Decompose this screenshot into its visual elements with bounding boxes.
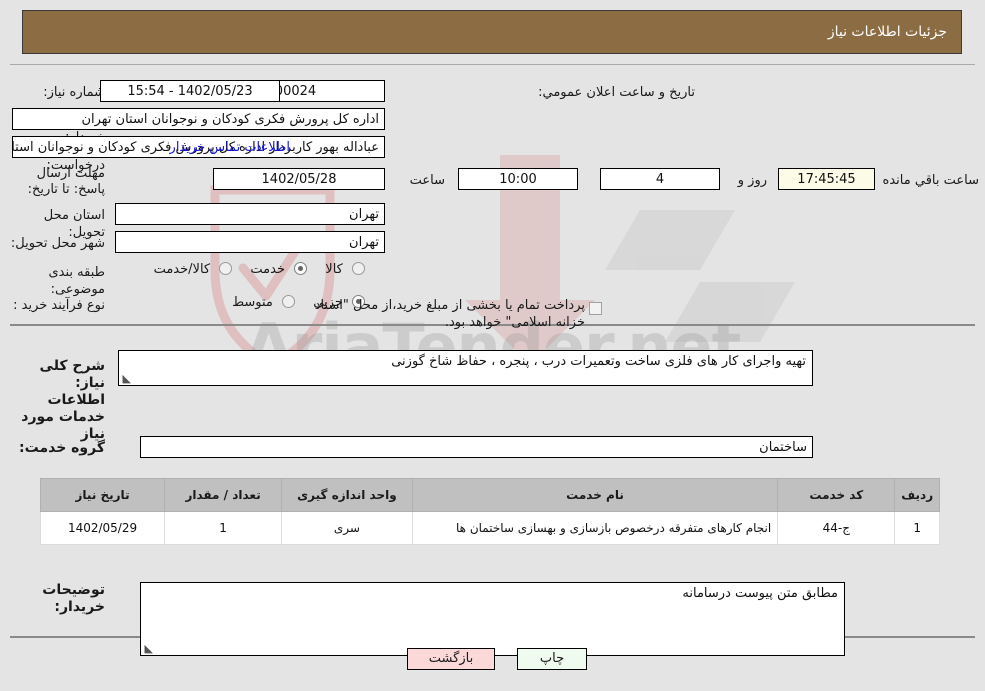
col-header-date: تاریخ نیاز bbox=[39, 478, 166, 512]
services-section-title: اطلاعات خدمات مورد نیاز bbox=[21, 392, 105, 442]
cell-unit: سری bbox=[281, 511, 413, 545]
remaining-days-value: 4 bbox=[600, 168, 720, 190]
services-table: ردیف کد خدمت نام خدمت واحد اندازه گیری ت… bbox=[39, 478, 940, 545]
radio-category-kala-label: کالا bbox=[325, 262, 343, 277]
print-button[interactable]: چاپ bbox=[517, 648, 587, 670]
table-header-row: ردیف کد خدمت نام خدمت واحد اندازه گیری ت… bbox=[39, 478, 940, 512]
treasury-note-label: پرداخت تمام یا بخشی از مبلغ خرید،از محل … bbox=[314, 298, 585, 330]
resize-grip-icon-2[interactable]: ◣ bbox=[143, 643, 153, 654]
city-label: شهر محل تحویل: bbox=[10, 236, 105, 251]
page-root: AriaTender.net جزئیات اطلاعات نیاز شماره… bbox=[0, 0, 985, 691]
window-title-bar: جزئیات اطلاعات نیاز bbox=[22, 10, 962, 54]
announce-datetime-value: 1402/05/23 - 15:54 bbox=[100, 80, 280, 102]
deadline-time-value: 10:00 bbox=[458, 168, 578, 190]
description-label: شرح کلی نیاز: bbox=[39, 358, 105, 391]
province-value: تهران bbox=[115, 203, 385, 225]
buyer-org-value: اداره کل پرورش فکری کودکان و نوجوانان اس… bbox=[12, 108, 385, 130]
cell-row: 1 bbox=[894, 511, 940, 545]
buyer-notes-value: مطابق متن پیوست درسامانه bbox=[682, 586, 838, 601]
back-button[interactable]: بازگشت bbox=[407, 648, 495, 670]
remaining-hours-label: ساعت باقي مانده bbox=[882, 173, 979, 188]
treasury-checkbox-wrap[interactable] bbox=[589, 298, 602, 317]
page-title: جزئیات اطلاعات نیاز bbox=[827, 24, 947, 40]
remaining-days-label: روز و bbox=[737, 173, 767, 188]
buyer-notes-label: توضیحات خریدار: bbox=[42, 582, 105, 615]
buyer-contact-link[interactable]: اطلاعات تماس خریدار bbox=[170, 140, 290, 155]
radio-category-kala-khedmat-label: کالا/خدمت bbox=[153, 262, 211, 277]
cell-date: 1402/05/29 bbox=[39, 511, 166, 545]
cell-name: انجام کارهای متفرقه درخصوص بازسازی و بهس… bbox=[411, 511, 779, 545]
treasury-checkbox[interactable] bbox=[589, 302, 602, 315]
radio-category-kala[interactable] bbox=[352, 262, 365, 275]
radio-category-khedmat[interactable] bbox=[294, 262, 308, 275]
need-number-label: شماره نیاز: bbox=[43, 85, 105, 100]
deadline-hour-label: ساعت bbox=[409, 173, 445, 188]
category-radio-group[interactable]: کالا خدمت کالا/خدمت bbox=[140, 262, 365, 277]
resize-grip-icon[interactable]: ◣ bbox=[121, 373, 131, 384]
table-row: 1 ج-44 انجام کارهای متفرقه درخصوص بازساز… bbox=[39, 511, 940, 545]
purchase-type-label: نوع فرآیند خرید : bbox=[13, 298, 105, 313]
deadline-date-value: 1402/05/28 bbox=[213, 168, 385, 190]
top-info-panel bbox=[10, 64, 975, 326]
radio-category-kala-khedmat[interactable] bbox=[219, 262, 233, 275]
countdown-timer-value: 17:45:45 bbox=[778, 168, 875, 190]
service-group-value: ساختمان bbox=[140, 436, 813, 458]
cell-code: ج-44 bbox=[777, 511, 896, 545]
description-value: تهیه واجرای کار های فلزی ساخت وتعمیرات د… bbox=[391, 354, 806, 369]
description-textarea[interactable]: تهیه واجرای کار های فلزی ساخت وتعمیرات د… bbox=[118, 350, 813, 386]
col-header-name: نام خدمت bbox=[411, 478, 779, 512]
announce-datetime-label: تاریخ و ساعت اعلان عمومي: bbox=[538, 85, 695, 100]
col-header-unit: واحد اندازه گیری bbox=[281, 478, 413, 512]
deadline-label: مهلت ارسال پاسخ: تا تاریخ: bbox=[27, 166, 105, 197]
cell-quantity: 1 bbox=[164, 511, 283, 545]
col-header-quantity: تعداد / مقدار bbox=[164, 478, 283, 512]
category-label: طبقه بندی موضوعی: bbox=[48, 265, 106, 297]
service-group-label: گروه خدمت: bbox=[19, 440, 105, 456]
city-value: تهران bbox=[115, 231, 385, 253]
radio-purchase-motavaset-label: متوسط bbox=[232, 295, 273, 310]
buyer-notes-textarea[interactable]: مطابق متن پیوست درسامانه ◣ bbox=[140, 582, 845, 656]
radio-purchase-motavaset[interactable] bbox=[282, 295, 296, 308]
radio-category-khedmat-label: خدمت bbox=[250, 262, 285, 277]
col-header-code: کد خدمت bbox=[777, 478, 896, 512]
col-header-row: ردیف bbox=[894, 478, 940, 512]
